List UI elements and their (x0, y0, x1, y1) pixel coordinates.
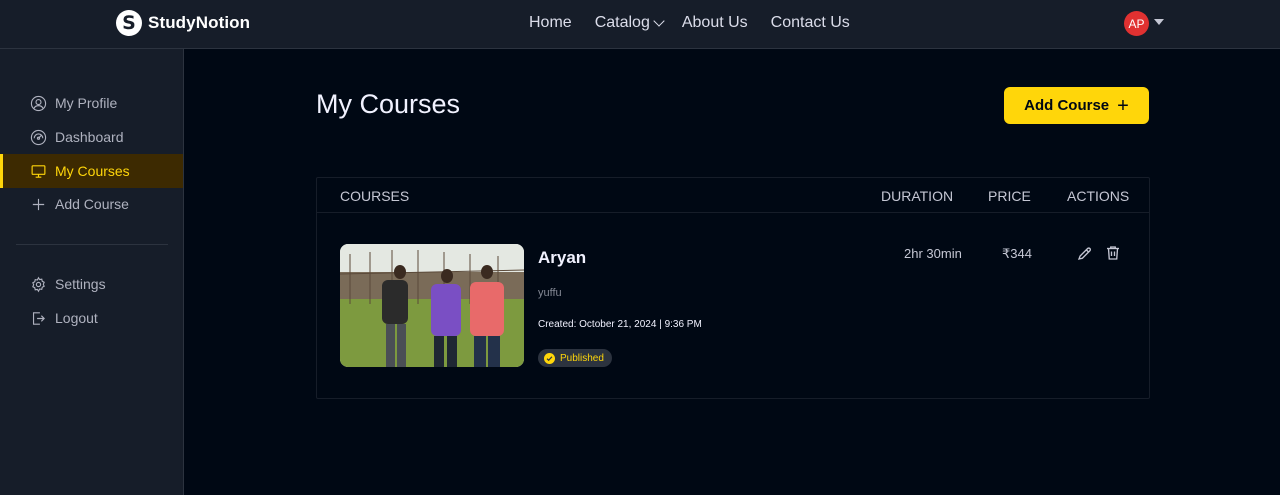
status-label: Published (560, 352, 604, 364)
sidebar-item-dashboard[interactable]: Dashboard (0, 120, 183, 154)
sidebar-item-my-profile[interactable]: My Profile (0, 86, 183, 120)
nav-catalog[interactable]: Catalog (594, 14, 665, 32)
gauge-icon (30, 129, 47, 146)
course-created-date: Created: October 21, 2024 | 9:36 PM (538, 319, 702, 330)
check-circle-icon (544, 352, 555, 364)
sidebar-item-my-courses[interactable]: My Courses (0, 154, 183, 188)
sidebar-item-label: Dashboard (55, 129, 124, 145)
sidebar-item-label: My Profile (55, 95, 118, 111)
add-course-label: Add Course (1024, 97, 1110, 114)
caret-down-icon[interactable] (1154, 19, 1164, 25)
nav-about-us[interactable]: About Us (682, 14, 748, 32)
column-header-duration: DURATION (881, 188, 954, 204)
top-navbar: S StudyNotion Home Catalog About Us Cont… (0, 0, 1280, 49)
nav-home[interactable]: Home (529, 14, 572, 32)
nav-links: Home Catalog About Us Contact Us (529, 13, 850, 33)
chevron-down-icon (653, 15, 665, 27)
sidebar-item-label: Add Course (55, 196, 129, 212)
sidebar-item-label: Settings (55, 276, 106, 292)
brand-name: StudyNotion (148, 12, 251, 32)
course-title[interactable]: Aryan (538, 248, 586, 268)
page-title: My Courses (316, 89, 461, 119)
sidebar-item-logout[interactable]: Logout (0, 301, 183, 335)
course-duration: 2hr 30min (904, 246, 962, 261)
brand-logo[interactable]: S StudyNotion (116, 9, 250, 36)
logo-icon: S (116, 9, 142, 36)
column-header-courses: COURSES (340, 188, 410, 204)
plus-icon: + (1117, 94, 1129, 117)
course-thumbnail-image (340, 244, 524, 367)
edit-icon[interactable] (1076, 244, 1094, 262)
logout-icon (30, 310, 47, 327)
status-badge: Published (538, 349, 612, 367)
sidebar: My Profile Dashboard My Courses Add Cour… (0, 49, 184, 495)
courses-table: COURSES DURATION PRICE ACTIONS Aryan yuf… (316, 177, 1150, 399)
sidebar-item-add-course[interactable]: Add Course (0, 187, 183, 221)
nav-contact-us[interactable]: Contact Us (771, 14, 850, 32)
plus-icon (30, 196, 47, 213)
delete-icon[interactable] (1104, 244, 1122, 262)
column-header-actions: ACTIONS (1067, 188, 1130, 204)
nav-catalog-label: Catalog (594, 14, 650, 31)
sidebar-item-label: My Courses (55, 163, 130, 179)
course-thumbnail[interactable] (340, 244, 524, 367)
monitor-icon (30, 163, 47, 180)
course-description: yuffu (538, 287, 562, 299)
gear-icon (30, 276, 47, 293)
course-price: ₹344 (1002, 246, 1032, 261)
user-circle-icon (30, 95, 47, 112)
avatar[interactable]: AP (1124, 11, 1149, 36)
sidebar-item-label: Logout (55, 310, 98, 326)
sidebar-divider (16, 244, 168, 245)
sidebar-item-settings[interactable]: Settings (0, 267, 183, 301)
column-header-price: PRICE (988, 188, 1031, 204)
add-course-button[interactable]: Add Course + (1004, 87, 1149, 124)
table-header: COURSES DURATION PRICE ACTIONS (317, 178, 1149, 213)
